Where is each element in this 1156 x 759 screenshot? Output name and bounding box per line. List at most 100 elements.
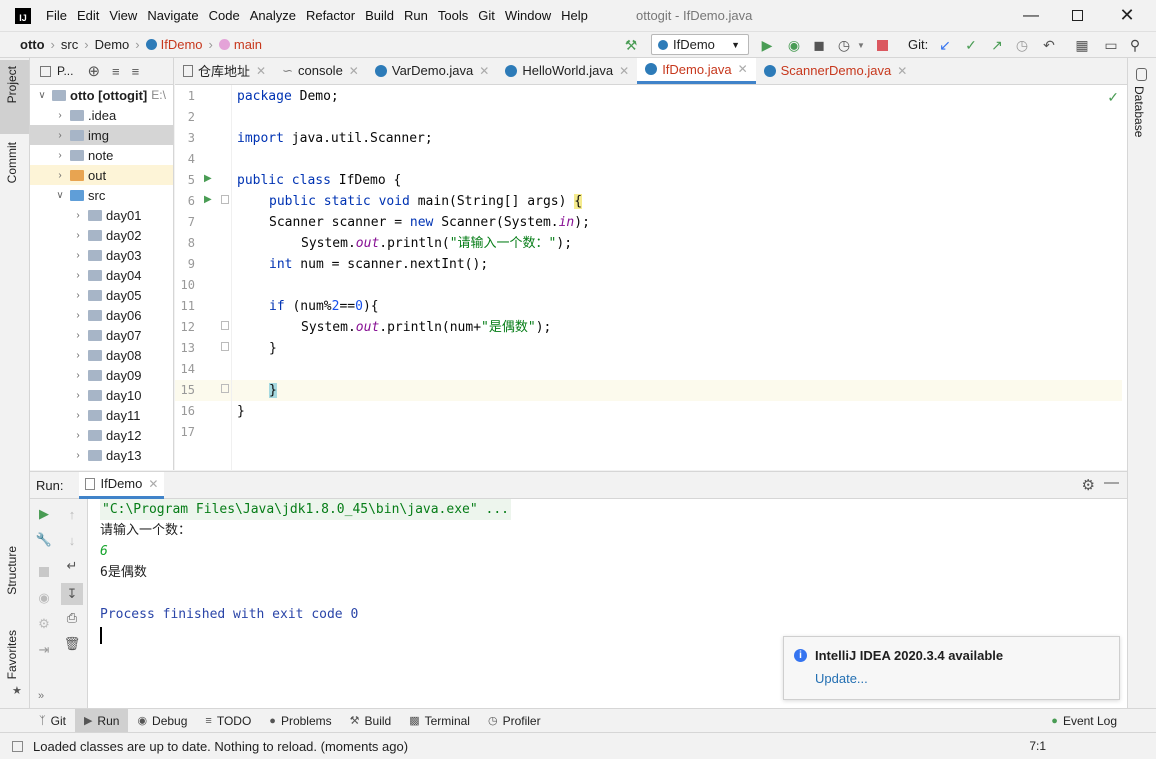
project-panel-title[interactable]: P... (57, 64, 73, 78)
tree-item-day[interactable]: › day13 (30, 445, 173, 465)
close-tab-icon[interactable]: ✕ (148, 477, 158, 491)
tree-item-day[interactable]: › day04 (30, 265, 173, 285)
tree-item-day[interactable]: › day01 (30, 205, 173, 225)
close-tab-icon[interactable]: ✕ (256, 64, 266, 78)
tree-item-out[interactable]: › out (30, 165, 173, 185)
chevron-down-icon[interactable]: ▼ (852, 36, 870, 54)
tree-item-day[interactable]: › day03 (30, 245, 173, 265)
close-window-button[interactable]: ✕ (1104, 0, 1150, 31)
menu-tools[interactable]: Tools (433, 8, 473, 23)
menu-build[interactable]: Build (360, 8, 399, 23)
tree-item-idea[interactable]: › .idea (30, 105, 173, 125)
tree-item-day[interactable]: › day12 (30, 425, 173, 445)
close-tab-icon[interactable]: ✕ (738, 62, 748, 76)
breadcrumb-project[interactable]: otto (16, 37, 49, 52)
menu-help[interactable]: Help (556, 8, 593, 23)
maximize-button[interactable] (1054, 0, 1100, 31)
build-hammer-icon[interactable]: ⚒ (622, 36, 640, 54)
tab-console[interactable]: ∽ console ✕ (274, 58, 367, 84)
tool-button-problems[interactable]: ● Problems (260, 709, 340, 733)
search-icon[interactable]: ⚲ (1126, 36, 1144, 54)
tool-button-event-log[interactable]: ● Event Log (1042, 709, 1126, 733)
breadcrumb-class[interactable]: IfDemo (142, 37, 207, 52)
caret-position[interactable]: 7:1 (1029, 739, 1046, 753)
fold-icon[interactable] (221, 321, 229, 330)
debug-bug-icon[interactable]: ◉ (785, 36, 803, 54)
tab-repo-address[interactable]: 仓库地址 ✕ (175, 58, 274, 84)
expand-all-icon[interactable]: ≡ (112, 64, 120, 79)
code-area[interactable]: package Demo; import java.util.Scanner; … (231, 85, 1127, 470)
tree-item-day[interactable]: › day11 (30, 405, 173, 425)
tree-item-day[interactable]: › day09 (30, 365, 173, 385)
menu-run[interactable]: Run (399, 8, 433, 23)
soft-wrap-icon[interactable]: ↵ (63, 557, 81, 575)
menu-analyze[interactable]: Analyze (245, 8, 301, 23)
menu-view[interactable]: View (104, 8, 142, 23)
arrow-down-icon[interactable]: ↓ (63, 531, 81, 549)
tree-item-src[interactable]: ∨ src (30, 185, 173, 205)
menu-window[interactable]: Window (500, 8, 556, 23)
scroll-to-end-icon[interactable]: ↧ (61, 583, 83, 605)
breadcrumb-src[interactable]: src (57, 37, 82, 52)
tool-button-terminal[interactable]: ▩ Terminal (400, 709, 479, 733)
menu-code[interactable]: Code (204, 8, 245, 23)
tab-helloworld[interactable]: HelloWorld.java ✕ (497, 58, 637, 84)
run-icon[interactable]: ▶ (758, 36, 776, 54)
tool-tab-structure[interactable]: Structure (5, 546, 19, 595)
tab-ifdemo[interactable]: IfDemo.java ✕ (637, 58, 756, 84)
fold-icon[interactable] (221, 342, 229, 351)
profile-icon[interactable]: ◷ (835, 36, 853, 54)
fold-icon[interactable] (221, 195, 229, 204)
locate-icon[interactable]: ⊕ (87, 62, 100, 80)
git-push-icon[interactable]: ↗ (988, 36, 1006, 54)
minimize-button[interactable]: — (1008, 0, 1054, 31)
tool-button-build[interactable]: ⚒ Build (341, 709, 401, 733)
more-chevron-icon[interactable]: » (32, 687, 50, 705)
menu-git[interactable]: Git (473, 8, 500, 23)
tab-vardemo[interactable]: VarDemo.java ✕ (367, 58, 497, 84)
collapse-all-icon[interactable]: ≡ (132, 64, 140, 79)
git-rollback-icon[interactable]: ↶ (1040, 36, 1058, 54)
settings-gear-icon[interactable]: ⚙ (1082, 476, 1095, 494)
tool-button-profiler[interactable]: ◷ Profiler (479, 709, 550, 733)
update-link[interactable]: Update... (815, 671, 868, 686)
tool-button-todo[interactable]: ≡ TODO (196, 709, 260, 733)
menu-edit[interactable]: Edit (72, 8, 104, 23)
wrench-icon[interactable]: 🔧 (35, 531, 53, 549)
close-tab-icon[interactable]: ✕ (349, 64, 359, 78)
tool-tab-favorites[interactable]: Favorites (5, 630, 19, 679)
run-tab[interactable]: IfDemo ✕ (79, 471, 165, 499)
project-structure-icon[interactable]: ▦ (1073, 36, 1091, 54)
close-tab-icon[interactable]: ✕ (479, 64, 489, 78)
tab-scannerdemo[interactable]: ScannerDemo.java ✕ (756, 58, 916, 84)
fold-icon[interactable] (221, 384, 229, 393)
tool-tab-project[interactable]: Project (5, 66, 19, 103)
tree-item-day[interactable]: › day08 (30, 345, 173, 365)
arrow-up-icon[interactable]: ↑ (63, 505, 81, 523)
breadcrumb-method[interactable]: main (215, 37, 266, 52)
tree-item-day[interactable]: › day02 (30, 225, 173, 245)
run-anything-icon[interactable]: ▭ (1102, 36, 1120, 54)
status-layout-icon[interactable] (12, 740, 23, 752)
tree-item-note[interactable]: › note (30, 145, 173, 165)
run-gutter-icon[interactable]: ▶ (204, 194, 212, 205)
git-commit-icon[interactable]: ✓ (962, 36, 980, 54)
tool-button-run[interactable]: ▶ Run (74, 708, 129, 733)
tree-item-day[interactable]: › day07 (30, 325, 173, 345)
tool-button-debug[interactable]: ◉ Debug (128, 709, 196, 733)
tree-root-otto[interactable]: ∨ otto [ottogit] E:\ (30, 85, 173, 105)
restore-layout-icon[interactable]: ⚙ (35, 615, 53, 633)
hide-panel-icon[interactable]: — (1104, 474, 1119, 491)
git-update-icon[interactable]: ↙ (936, 36, 954, 54)
close-tab-icon[interactable]: ✕ (897, 64, 907, 78)
coverage-icon[interactable]: ◼ (810, 36, 828, 54)
run-gutter-icon[interactable]: ▶ (204, 173, 212, 184)
rerun-icon[interactable]: ▶ (35, 505, 53, 523)
camera-icon[interactable]: ◉ (35, 589, 53, 607)
menu-file[interactable]: File (41, 8, 72, 23)
tree-item-day[interactable]: › day06 (30, 305, 173, 325)
stop-button[interactable] (873, 36, 891, 54)
print-icon[interactable]: ⎙ (63, 609, 81, 627)
tree-item-img[interactable]: › img (30, 125, 173, 145)
menu-refactor[interactable]: Refactor (301, 8, 360, 23)
